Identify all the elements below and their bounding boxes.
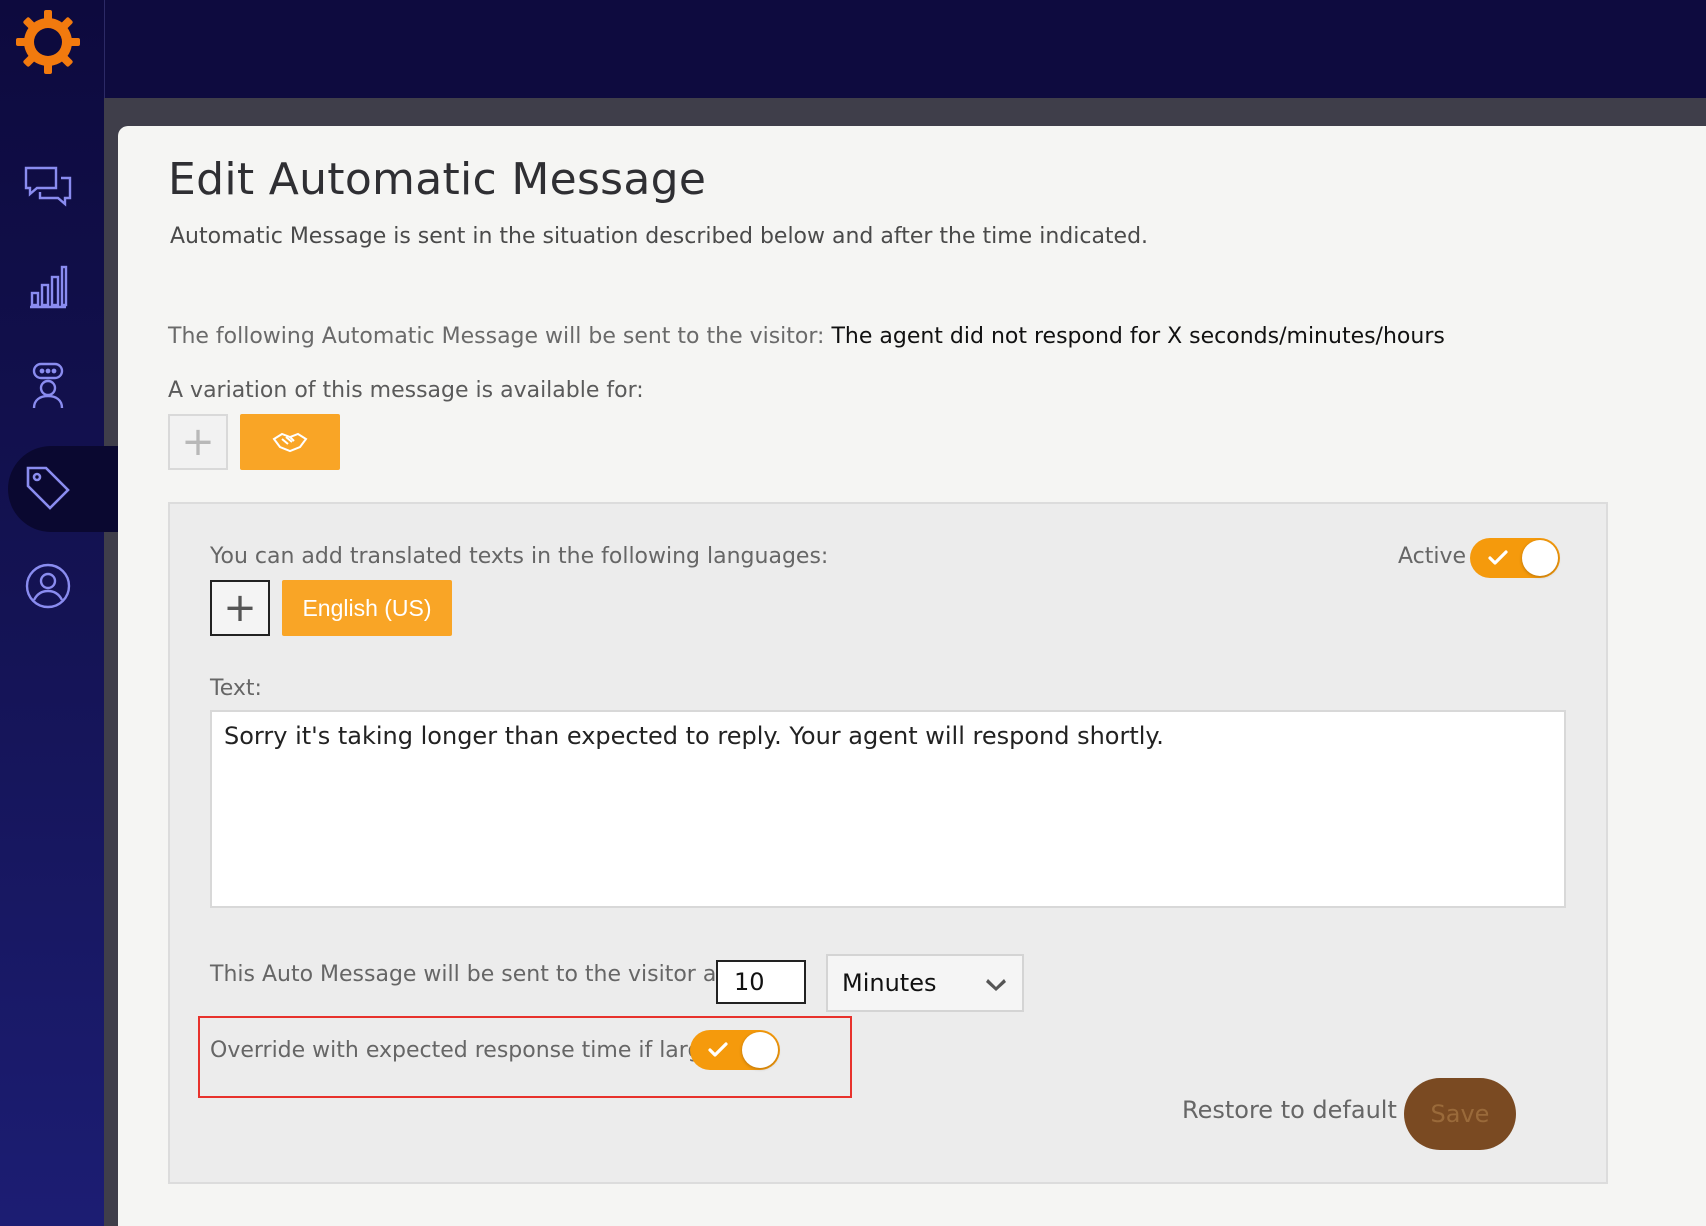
page-title: Edit Automatic Message: [168, 154, 707, 205]
delay-input[interactable]: [716, 960, 806, 1004]
sent-prefix: The following Automatic Message will be …: [168, 324, 825, 349]
active-toggle[interactable]: [1470, 538, 1560, 578]
sent-description: The following Automatic Message will be …: [168, 324, 1445, 349]
nav-item-chats[interactable]: [20, 158, 76, 214]
message-settings-box: You can add translated texts in the foll…: [168, 502, 1608, 1184]
agent-icon: [32, 362, 64, 409]
logo-icon[interactable]: [14, 8, 82, 76]
user-icon: [25, 563, 71, 609]
time-unit-value: Minutes: [842, 969, 937, 997]
nav-item-profile[interactable]: [20, 558, 76, 614]
sent-value: The agent did not respond for X seconds/…: [831, 324, 1445, 349]
text-label: Text:: [210, 676, 262, 701]
check-icon: [1488, 550, 1508, 565]
sidebar: [0, 0, 118, 1226]
override-toggle[interactable]: [690, 1030, 780, 1070]
languages-label: You can add translated texts in the foll…: [210, 544, 829, 569]
override-label: Override with expected response time if …: [210, 1038, 724, 1063]
analytics-icon: [30, 265, 68, 309]
handshake-icon: [272, 432, 308, 453]
active-label: Active: [1398, 544, 1467, 569]
add-language-button[interactable]: +: [210, 580, 270, 636]
page-subtitle: Automatic Message is sent in the situati…: [170, 224, 1149, 249]
toggle-knob: [1522, 540, 1558, 576]
top-bar: [104, 0, 1706, 98]
toggle-knob: [742, 1032, 778, 1068]
nav-item-agents[interactable]: [20, 358, 76, 414]
add-variation-button[interactable]: +: [168, 414, 228, 470]
main-panel: Edit Automatic Message Automatic Message…: [118, 126, 1706, 1226]
variation-label: A variation of this message is available…: [168, 378, 644, 403]
variation-button[interactable]: [240, 414, 340, 470]
message-textarea[interactable]: Sorry it's taking longer than expected t…: [210, 710, 1566, 908]
tag-icon: [26, 466, 70, 510]
nav-item-tags[interactable]: [20, 460, 76, 516]
check-icon: [708, 1042, 728, 1057]
restore-default-link[interactable]: Restore to default: [1182, 1096, 1397, 1124]
time-unit-select[interactable]: Minutes: [826, 954, 1024, 1012]
plus-icon: +: [181, 419, 215, 465]
chat-icon: [24, 166, 72, 207]
send-after-label: This Auto Message will be sent to the vi…: [210, 962, 755, 987]
nav-item-analytics[interactable]: [20, 258, 76, 314]
chevron-down-icon: [986, 979, 1006, 991]
plus-icon: +: [223, 585, 257, 631]
save-button[interactable]: Save: [1404, 1078, 1516, 1150]
language-english-us-button[interactable]: English (US): [282, 580, 452, 636]
